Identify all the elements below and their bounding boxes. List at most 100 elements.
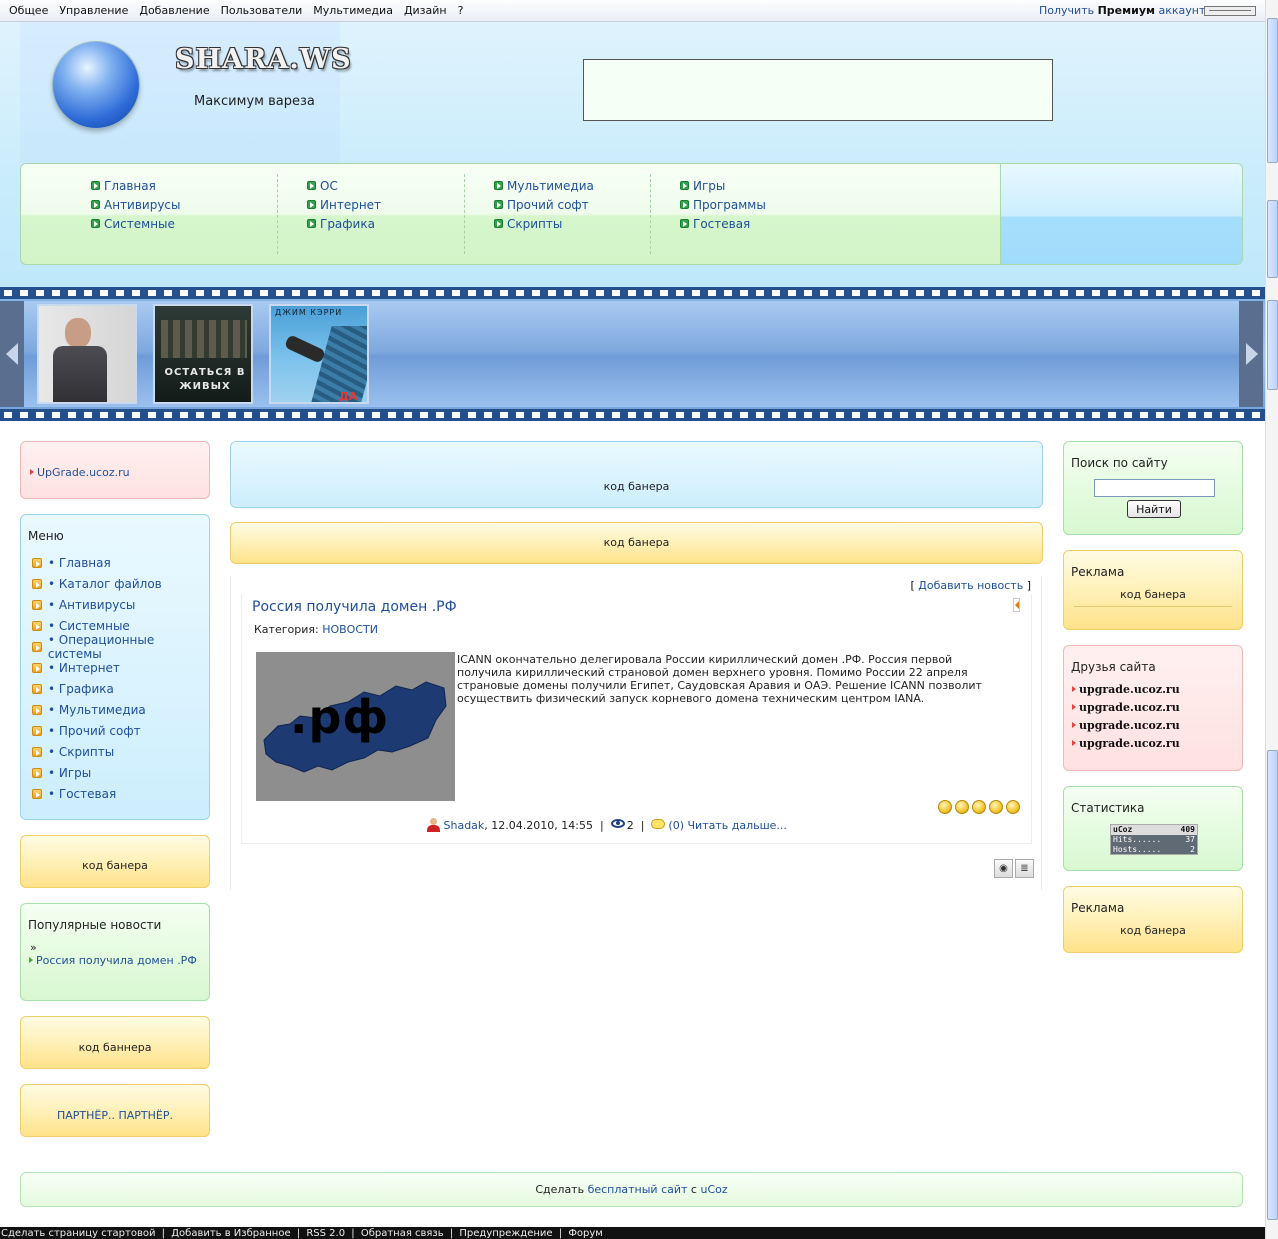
rss-link[interactable]: RSS 2.0 — [306, 1228, 345, 1239]
menu-item-guestbook[interactable]: • Гостевая — [32, 783, 209, 804]
add-news-link[interactable]: Добавить новость — [918, 579, 1023, 592]
friend-link[interactable]: upgrade.ucoz.ru — [1072, 698, 1180, 716]
rating-star-icon[interactable] — [955, 800, 969, 814]
add-favorites-link[interactable]: Добавить в Избранное — [171, 1228, 290, 1239]
arrow-right-icon — [1246, 343, 1258, 365]
vertical-scrollbar[interactable] — [1265, 0, 1278, 1239]
feedback-link[interactable]: Обратная связь — [361, 1228, 444, 1239]
news-category-link[interactable]: НОВОСТИ — [322, 623, 378, 636]
nav-item-antivirus[interactable]: Антивирусы — [91, 195, 181, 214]
print-page-icon[interactable]: ≣ — [1015, 859, 1034, 878]
rating-star-icon[interactable] — [938, 800, 952, 814]
search-input[interactable] — [1094, 479, 1215, 497]
news-comments-link[interactable]: (0) — [668, 819, 684, 832]
ucoz-link[interactable]: uCoz — [700, 1183, 727, 1196]
premium-link[interactable]: Получить Премиум аккаунт — [1039, 4, 1205, 17]
upgrade-link[interactable]: UpGrade.ucoz.ru — [30, 466, 130, 479]
admin-menu-help[interactable]: ? — [458, 4, 464, 17]
nav-divider — [650, 174, 651, 254]
news-admin-arrow-icon[interactable] — [1013, 598, 1020, 612]
nav-item-multimedia[interactable]: Мультимедиа — [494, 176, 594, 195]
nav-item-scripts[interactable]: Скрипты — [494, 214, 594, 233]
nav-item-graphics[interactable]: Графика — [307, 214, 381, 233]
ad-title: Реклама — [1071, 565, 1125, 579]
ucoz-counter[interactable]: uCoz 409 Hits...... 37 Hosts..... 2 — [1110, 824, 1198, 855]
free-site-link[interactable]: бесплатный сайт — [588, 1183, 688, 1196]
nav-item-internet[interactable]: Интернет — [307, 195, 381, 214]
center-banner-blue[interactable]: код банера — [230, 441, 1043, 508]
search-button[interactable]: Найти — [1127, 500, 1181, 518]
ad-text[interactable]: код банера — [1064, 588, 1242, 601]
menu-item-os[interactable]: • Операционные системы — [32, 633, 209, 661]
view-eye-icon[interactable]: ◉ — [994, 859, 1013, 878]
poster-lost[interactable]: ОСТАТЬСЯ В ЖИВЫХ — [153, 304, 253, 404]
read-more-link[interactable]: Читать дальше... — [688, 819, 787, 832]
friend-link[interactable]: upgrade.ucoz.ru — [1072, 734, 1180, 752]
menu-item-home[interactable]: • Главная — [32, 552, 209, 573]
scrollbar-segment[interactable] — [1267, 200, 1278, 278]
admin-menu-multimedia[interactable]: Мультимедиа — [313, 4, 393, 17]
admin-menu-general[interactable]: Общее — [9, 4, 48, 17]
arrow-bullet-icon — [1072, 704, 1076, 710]
menu-item-antivirus[interactable]: • Антивирусы — [32, 594, 209, 615]
rating-stars[interactable] — [935, 800, 1020, 814]
header-banner[interactable] — [583, 59, 1053, 121]
play-arrow-icon — [32, 620, 42, 631]
logo-area[interactable]: SHARA.WS Максимум вареза — [20, 22, 351, 163]
left-banner-1[interactable]: код банера — [20, 835, 210, 888]
nav-item-programs[interactable]: Программы — [680, 195, 766, 214]
admin-menu-design[interactable]: Дизайн — [404, 4, 447, 17]
menu-item-games[interactable]: • Игры — [32, 762, 209, 783]
stats-box: Статистика uCoz 409 Hits...... 37 Hosts...… — [1063, 786, 1243, 871]
center-banner-yellow[interactable]: код банера — [230, 522, 1043, 564]
nav-item-os[interactable]: ОС — [307, 176, 381, 195]
menu-item-multimedia[interactable]: • Мультимедиа — [32, 699, 209, 720]
admin-menu-add[interactable]: Добавление — [139, 4, 209, 17]
partner-link[interactable]: ПАРТНЁР.. ПАРТНЁР. — [21, 1109, 209, 1122]
play-arrow-icon — [32, 725, 42, 736]
poster-yes-man[interactable]: ДЖИМ КЭРРИ ДА — [269, 304, 369, 404]
nav-bullet-icon — [494, 181, 503, 190]
forum-link[interactable]: Форум — [568, 1228, 603, 1239]
set-homepage-link[interactable]: Сделать страницу стартовой — [1, 1228, 155, 1239]
news-image[interactable]: .рф — [256, 652, 455, 801]
rating-star-icon[interactable] — [989, 800, 1003, 814]
scrollbar-segment[interactable] — [1267, 18, 1278, 163]
friend-link[interactable]: upgrade.ucoz.ru — [1072, 716, 1180, 734]
friends-list: upgrade.ucoz.ru upgrade.ucoz.ru upgrade.… — [1072, 680, 1180, 752]
scrollbar-segment[interactable] — [1267, 300, 1278, 390]
menu-item-scripts[interactable]: • Скрипты — [32, 741, 209, 762]
menu-item-other-soft[interactable]: • Прочий софт — [32, 720, 209, 741]
bottom-links-bar: Сделать страницу стартовой | Добавить в … — [0, 1227, 1265, 1239]
comments-bubble-icon — [651, 819, 666, 829]
news-author-link[interactable]: Shadak — [444, 819, 485, 832]
rating-star-icon[interactable] — [972, 800, 986, 814]
admin-menu-users[interactable]: Пользователи — [221, 4, 303, 17]
nav-item-guestbook[interactable]: Гостевая — [680, 214, 766, 233]
nav-item-home[interactable]: Главная — [91, 176, 181, 195]
friend-link[interactable]: upgrade.ucoz.ru — [1072, 680, 1180, 698]
ad-divider — [1074, 606, 1232, 607]
film-perforation — [0, 287, 1265, 299]
left-banner-2[interactable]: код баннера — [20, 1016, 210, 1069]
nav-item-games[interactable]: Игры — [680, 176, 766, 195]
panel-toggle-handle[interactable] — [1204, 6, 1256, 16]
ad-text[interactable]: код банера — [1064, 924, 1242, 937]
scrollbar-thumb[interactable] — [1267, 750, 1278, 1220]
nav-column: Мультимедиа Прочий софт Скрипты — [494, 176, 594, 256]
popular-news-title: Популярные новости — [28, 918, 162, 932]
nav-item-system[interactable]: Системные — [91, 214, 181, 233]
carousel-prev-button[interactable] — [0, 301, 24, 407]
poster-title: ДА — [339, 390, 358, 403]
poster-house[interactable] — [37, 304, 137, 404]
carousel-next-button[interactable] — [1239, 301, 1263, 407]
news-title[interactable]: Россия получила домен .РФ — [252, 599, 457, 615]
admin-menu-management[interactable]: Управление — [59, 4, 128, 17]
nav-item-other-soft[interactable]: Прочий софт — [494, 195, 594, 214]
warning-link[interactable]: Предупреждение — [459, 1228, 552, 1239]
ad-box-2: Реклама код банера — [1063, 886, 1243, 953]
menu-item-catalog[interactable]: • Каталог файлов — [32, 573, 209, 594]
rating-star-icon[interactable] — [1006, 800, 1020, 814]
popular-news-item[interactable]: Россия получила домен .РФ — [29, 954, 197, 967]
menu-item-graphics[interactable]: • Графика — [32, 678, 209, 699]
